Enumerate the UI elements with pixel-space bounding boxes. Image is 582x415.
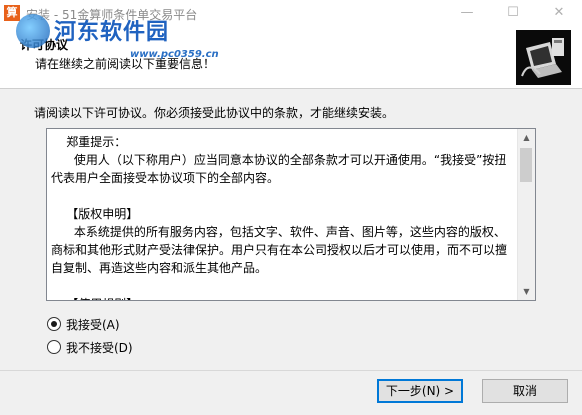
decline-radio[interactable] bbox=[47, 340, 61, 354]
watermark-url: www.pc0359.cn bbox=[130, 49, 219, 60]
watermark-name: 河东软件园 bbox=[54, 20, 170, 45]
watermark-logo-icon bbox=[16, 14, 50, 48]
installer-image bbox=[516, 30, 571, 85]
scroll-down-arrow-icon[interactable]: ▼ bbox=[518, 283, 535, 300]
close-button[interactable]: ✕ bbox=[536, 0, 582, 26]
computer-setup-icon bbox=[516, 30, 571, 85]
accept-radio[interactable] bbox=[47, 317, 61, 331]
license-scrollbar[interactable]: ▲ ▼ bbox=[517, 129, 535, 300]
decline-option[interactable]: 我不接受(D) bbox=[47, 339, 133, 355]
accept-option[interactable]: 我接受(A) bbox=[47, 316, 120, 332]
decline-label[interactable]: 我不接受(D) bbox=[66, 339, 133, 356]
instruction-text: 请阅读以下许可协议。你必须接受此协议中的条款，才能继续安装。 bbox=[34, 106, 395, 120]
maximize-button[interactable]: ☐ bbox=[490, 0, 536, 26]
license-text: 郑重提示： 使用人（以下称用户）应当同意本协议的全部条款才可以开通使用。“我接受… bbox=[51, 135, 508, 300]
next-button[interactable]: 下一步(N) > bbox=[377, 379, 463, 403]
scroll-thumb[interactable] bbox=[520, 148, 532, 182]
accept-label[interactable]: 我接受(A) bbox=[66, 316, 120, 333]
scroll-up-arrow-icon[interactable]: ▲ bbox=[518, 129, 535, 146]
minimize-button[interactable]: — bbox=[444, 0, 490, 26]
app-icon: 算 bbox=[4, 5, 20, 21]
footer-divider bbox=[0, 370, 582, 371]
cancel-button[interactable]: 取消 bbox=[482, 379, 568, 403]
license-textbox[interactable]: 郑重提示： 使用人（以下称用户）应当同意本协议的全部条款才可以开通使用。“我接受… bbox=[46, 128, 536, 301]
